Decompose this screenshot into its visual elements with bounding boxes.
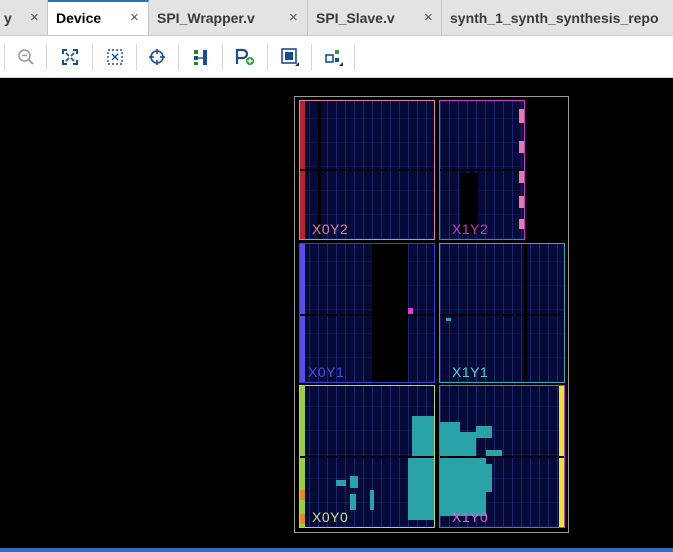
tab-spi-slave[interactable]: SPI_Slave.v ×: [308, 0, 442, 35]
region-label: X0Y1: [308, 364, 345, 380]
region-divider: [440, 169, 524, 171]
tab-label: y: [4, 10, 12, 26]
placed-cell: [370, 490, 374, 510]
zoom-fit-button[interactable]: [58, 45, 82, 69]
zoom-out-button[interactable]: [14, 45, 38, 69]
toolbar-separator: [178, 44, 179, 70]
clock-region-x1y2[interactable]: X1Y2: [439, 100, 525, 240]
placed-cell: [440, 422, 460, 456]
zoom-fit-icon: [62, 49, 78, 65]
routing-resources-button[interactable]: [189, 45, 213, 69]
placed-cell: [440, 458, 486, 516]
tab-device[interactable]: Device ×: [48, 0, 149, 35]
split-pblock-icon: [325, 50, 343, 66]
toolbar-separator: [46, 44, 47, 70]
region-label: X0Y0: [312, 509, 349, 525]
zoom-out-icon: [18, 49, 34, 65]
close-icon[interactable]: ×: [289, 0, 298, 35]
clock-region-x0y0[interactable]: X0Y0: [299, 385, 435, 528]
placed-cell: [486, 464, 492, 492]
toolbar-separator: [222, 44, 223, 70]
zoom-to-selection-button[interactable]: [103, 45, 127, 69]
clock-region-x0y2[interactable]: X0Y2: [299, 100, 435, 240]
region-label: X1Y0: [452, 509, 489, 525]
io-bank-strip: [300, 490, 305, 500]
io-bank-strip: [519, 141, 524, 153]
zoom-to-selection-icon: [107, 49, 123, 65]
placed-cell: [408, 458, 434, 520]
toolbar-separator: [267, 44, 268, 70]
draw-box-button[interactable]: [278, 45, 302, 69]
io-bank-strip: [519, 171, 524, 183]
toolbar-separator: [92, 44, 93, 70]
column-gap: [524, 244, 527, 382]
tab-label: Device: [56, 10, 102, 26]
bottom-border: [0, 548, 673, 552]
draw-box-icon: [281, 48, 299, 66]
region-divider: [440, 314, 564, 316]
routing-resources-icon: [194, 50, 207, 65]
column-gap: [318, 101, 321, 239]
add-pblock-icon: [235, 48, 254, 65]
split-pblock-button[interactable]: [322, 45, 346, 69]
empty-block: [372, 244, 408, 382]
toolbar-separator: [311, 44, 312, 70]
placed-cell: [476, 426, 492, 438]
tab-spi-wrapper[interactable]: SPI_Wrapper.v ×: [149, 0, 308, 35]
io-bank-strip: [300, 244, 305, 382]
tab-synthesis-report[interactable]: synth_1_synth_synthesis_repo: [442, 0, 673, 35]
close-icon[interactable]: ×: [424, 0, 433, 35]
placed-cell: [336, 480, 346, 486]
auto-fit-selection-icon: [149, 49, 165, 65]
region-label: X1Y2: [452, 221, 489, 237]
tab-label: SPI_Slave.v: [316, 10, 395, 26]
region-divider: [300, 314, 434, 316]
placed-cell: [460, 432, 476, 456]
tab-label: SPI_Wrapper.v: [157, 10, 255, 26]
clock-region-x0y1[interactable]: X0Y1: [299, 243, 435, 383]
toolbar-separator: [354, 44, 355, 70]
placed-cell: [446, 318, 451, 321]
editor-tab-bar: y × Device × SPI_Wrapper.v × SPI_Slave.v…: [0, 0, 673, 36]
placed-cell: [412, 416, 434, 456]
toolbar-separator: [136, 44, 137, 70]
region-label: X1Y1: [452, 364, 489, 380]
clock-region-x1y0[interactable]: X1Y0: [439, 385, 565, 528]
device-toolbar: [0, 36, 673, 78]
placed-cell: [486, 450, 502, 456]
placed-cell: [350, 476, 358, 488]
add-pblock-button[interactable]: [233, 45, 257, 69]
io-bank-strip: [519, 219, 524, 229]
toolbar-separator: [4, 44, 5, 70]
placed-cell: [350, 494, 356, 510]
tab-partial[interactable]: y ×: [0, 0, 48, 35]
close-icon[interactable]: ×: [130, 2, 139, 34]
clock-region-x1y1[interactable]: X1Y1: [439, 243, 565, 383]
io-bank-strip: [519, 196, 524, 208]
auto-fit-selection-button[interactable]: [145, 45, 169, 69]
placed-cell: [408, 308, 413, 314]
io-bank-strip: [519, 109, 524, 123]
region-label: X0Y2: [312, 221, 349, 237]
io-bank-strip: [300, 514, 305, 524]
tab-label: synth_1_synth_synthesis_repo: [450, 10, 659, 26]
close-icon[interactable]: ×: [30, 0, 39, 35]
